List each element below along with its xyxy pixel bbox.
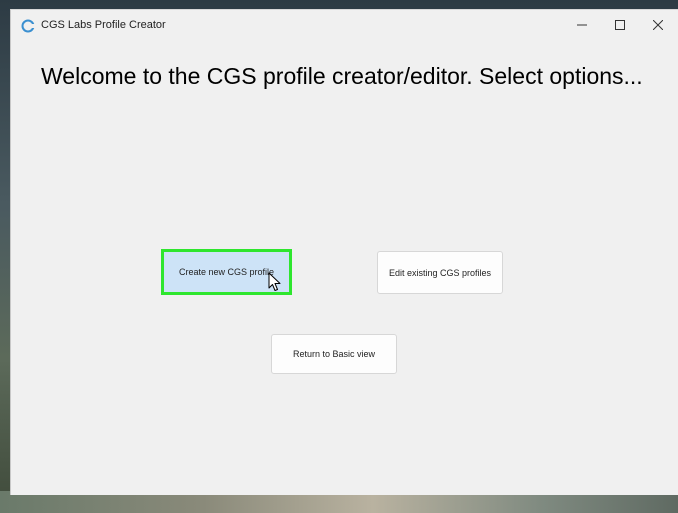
edit-profiles-button[interactable]: Edit existing CGS profiles bbox=[377, 251, 503, 294]
minimize-icon bbox=[577, 24, 587, 26]
title-bar[interactable]: CGS Labs Profile Creator bbox=[11, 10, 678, 42]
welcome-heading: Welcome to the CGS profile creator/edito… bbox=[41, 63, 643, 89]
cgs-logo-icon bbox=[21, 19, 35, 33]
create-profile-button[interactable]: Create new CGS profile bbox=[161, 249, 292, 295]
maximize-button[interactable] bbox=[601, 10, 639, 40]
maximize-icon bbox=[615, 20, 625, 30]
return-basic-view-button[interactable]: Return to Basic view bbox=[271, 334, 397, 374]
window-title: CGS Labs Profile Creator bbox=[41, 19, 166, 31]
return-basic-view-label: Return to Basic view bbox=[292, 349, 376, 359]
create-profile-label: Create new CGS profile bbox=[178, 267, 275, 277]
minimize-button[interactable] bbox=[563, 10, 601, 40]
edit-profiles-label: Edit existing CGS profiles bbox=[388, 267, 492, 278]
close-icon bbox=[653, 20, 663, 30]
close-button[interactable] bbox=[639, 10, 677, 40]
app-window: CGS Labs Profile Creator Welcome to the … bbox=[10, 9, 678, 495]
